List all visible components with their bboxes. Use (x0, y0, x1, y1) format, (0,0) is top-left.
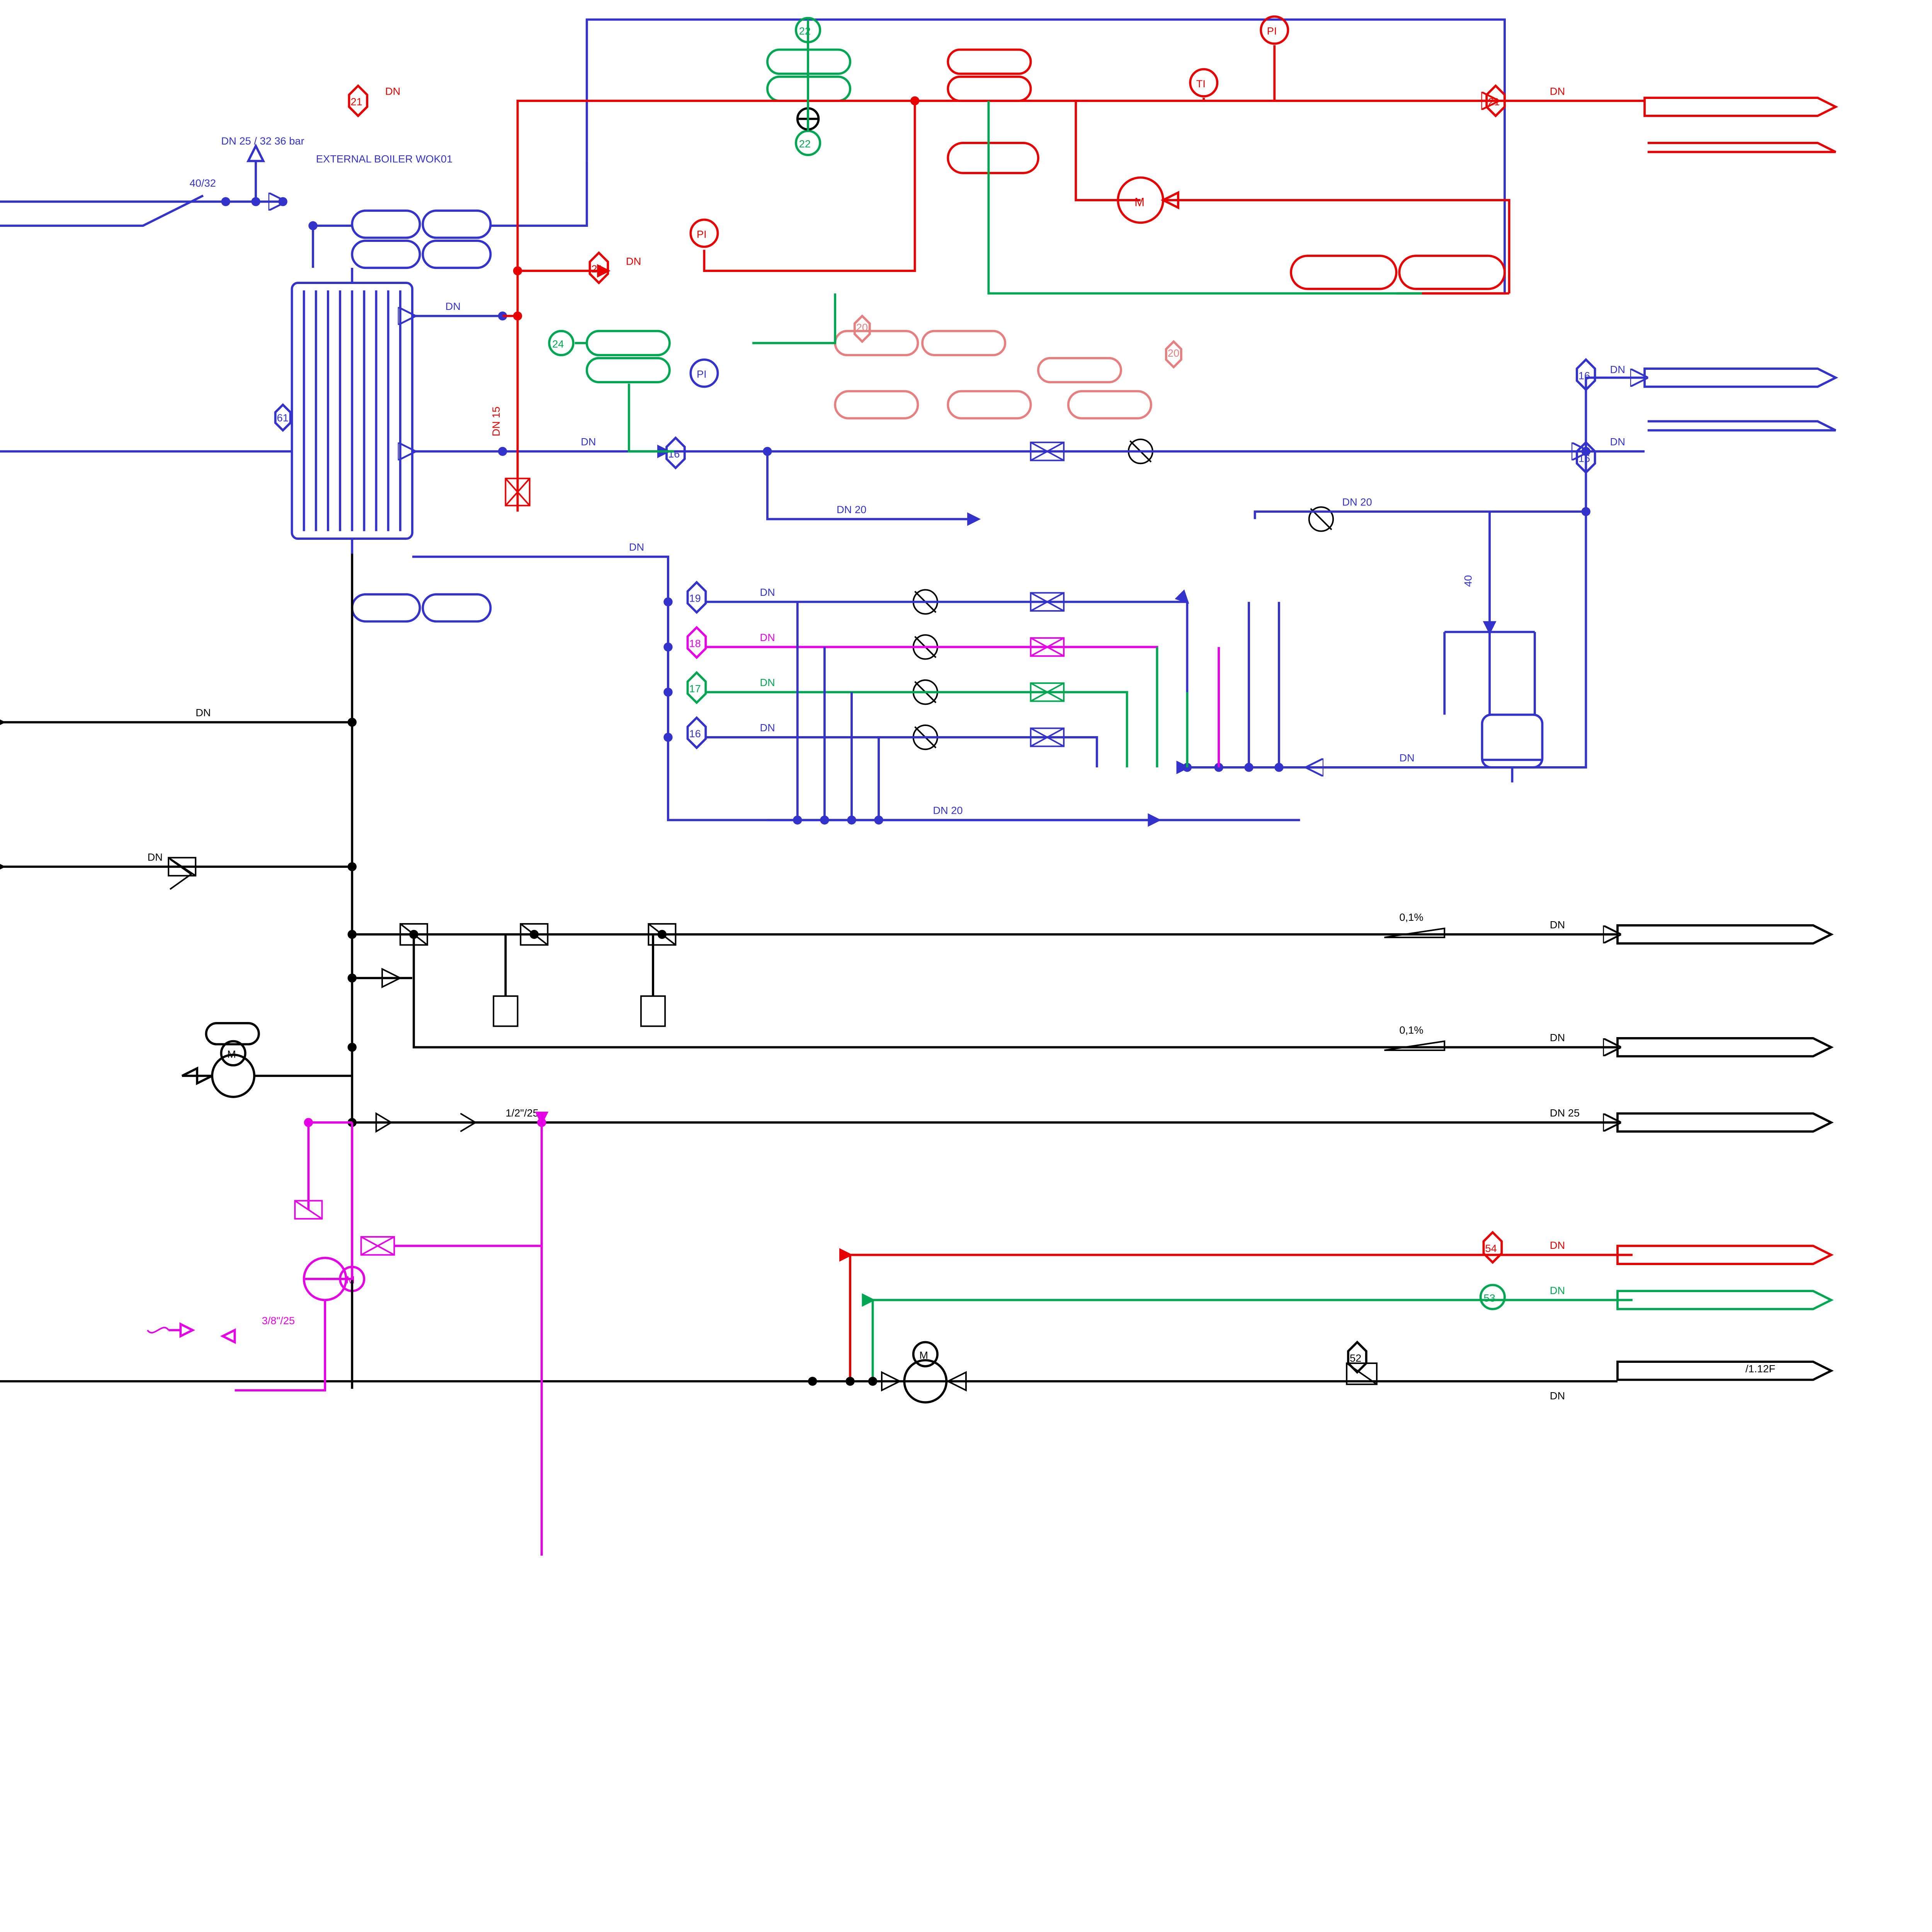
dn-c: DN (629, 541, 644, 553)
conn-blk-1 (1617, 925, 1831, 944)
pump-blk (212, 1055, 254, 1097)
dn25-a: DN 25 (1550, 1107, 1580, 1119)
dn-a: DN (446, 300, 461, 312)
conn-blk-4 (1617, 1362, 1831, 1380)
dn-k: DN (1550, 85, 1565, 97)
dn-p: DN (196, 707, 211, 719)
conn-blk-3 (1617, 1114, 1831, 1132)
dn-d: DN (1610, 364, 1625, 376)
dn-q: DN (148, 851, 163, 863)
dn-r: DN (1550, 919, 1565, 931)
dn-o: DN (1550, 1284, 1565, 1296)
valves-blk (170, 859, 191, 889)
conn-blu-top (1645, 369, 1836, 387)
dn15-a: DN 15 (490, 406, 502, 436)
spec: DN 25 / 32 36 bar (221, 135, 304, 147)
dn-f: DN (760, 586, 775, 598)
dn-b: DN (581, 436, 596, 448)
vessel-24 (587, 331, 670, 382)
lbl-20b: 20 (1168, 347, 1179, 359)
half25: 1/2"/25 (505, 1107, 538, 1119)
ref: /1.12F (1745, 1362, 1775, 1374)
dn20-b: DN 20 (837, 503, 866, 515)
lbl-m2: M (227, 1048, 236, 1060)
lbl-22b: 22 (799, 138, 811, 150)
lbl-16c: 16 (1578, 369, 1590, 381)
lbl-pi2: PI (697, 228, 707, 240)
lbl-m1: M (1134, 195, 1145, 209)
lbl-ti: TI (1196, 78, 1206, 90)
conn-grn-1 (1617, 1291, 1831, 1309)
pct-2: 0,1% (1399, 1024, 1423, 1036)
lbl-pi3: PI (697, 368, 707, 380)
three8: 3/8"/25 (262, 1315, 295, 1327)
conn-red-3 (1617, 1246, 1831, 1264)
dn20-a: DN 20 (1342, 496, 1372, 508)
pid-diagram: 61 22 22 24 20 20 M TI PI PI PI 21 21 21… (0, 0, 1932, 1556)
drums-top (352, 211, 490, 268)
lbl-19: 19 (689, 592, 701, 604)
tank-br (1482, 715, 1543, 782)
tag-61: 61 (276, 405, 291, 430)
conn-red-2 (1648, 143, 1836, 152)
dn-l: DN (385, 85, 400, 97)
vessel-red-r (1291, 256, 1505, 289)
dn-j: DN (1399, 752, 1414, 764)
conn-red-top (1645, 98, 1836, 116)
vessels-20 (835, 331, 1151, 418)
lbl-61: 61 (277, 412, 289, 423)
lbl-16b: 16 (689, 728, 701, 740)
blue-frame (587, 20, 1505, 294)
lbl-40: 40 (1462, 575, 1474, 587)
dn-t: DN (1550, 1389, 1565, 1401)
boiler-61 (292, 268, 412, 554)
conn-blk-2 (1617, 1038, 1831, 1056)
lbl-pi1: PI (1267, 25, 1277, 37)
lbl-53: 53 (1484, 1292, 1495, 1304)
vessel-red-top (948, 50, 1038, 173)
lbl-21a: 21 (350, 96, 362, 108)
hx-set (913, 439, 1333, 749)
svg-text:DN: DN (626, 255, 641, 267)
lbl-21b: 21 (591, 263, 603, 275)
dn-n: DN (1550, 1239, 1565, 1251)
red4032: 40/32 (190, 177, 216, 189)
dn-g: DN (760, 631, 775, 643)
lbl-54: 54 (1485, 1242, 1497, 1254)
title: EXTERNAL BOILER WOK01 (316, 153, 452, 165)
lbl-17: 17 (689, 682, 701, 694)
dn-e: DN (1610, 436, 1625, 448)
pct-1: 0,1% (1399, 911, 1423, 923)
lbl-52: 52 (1350, 1352, 1361, 1364)
dn20-c: DN 20 (933, 804, 963, 816)
dn-s: DN (1550, 1032, 1565, 1044)
lbl-16a: 16 (668, 448, 680, 460)
conn-blu-2 (1648, 421, 1836, 430)
lbl-m4: M (919, 1349, 928, 1361)
dn-h: DN (760, 677, 775, 689)
lbl-18: 18 (689, 637, 701, 649)
lbl-20a: 20 (856, 321, 868, 333)
dn-i: DN (760, 722, 775, 734)
pipes: DN DN DN DN DN DN 20 DN 20 DN DN DN DN D… (0, 20, 1775, 1556)
drums-bot (352, 594, 490, 621)
lbl-24: 24 (552, 338, 564, 350)
